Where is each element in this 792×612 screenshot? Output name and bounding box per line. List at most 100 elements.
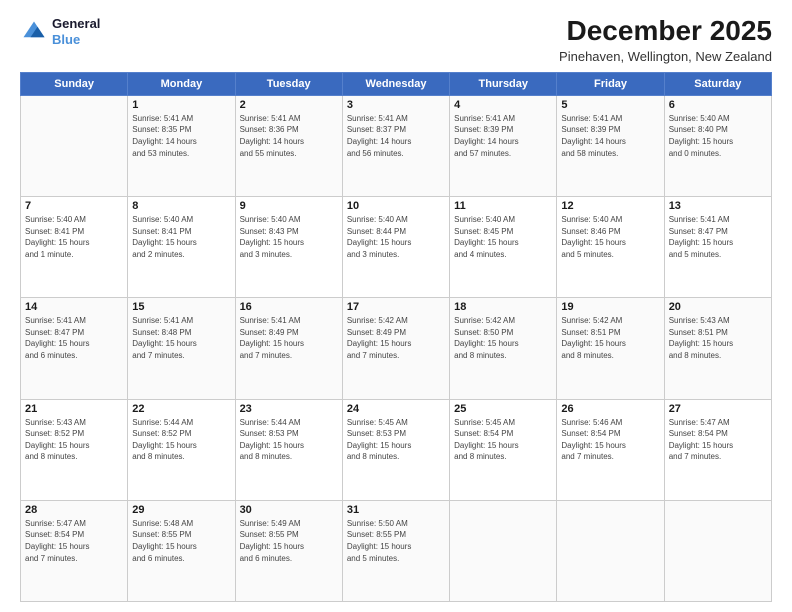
day-cell: 12 Sunrise: 5:40 AM Sunset: 8:46 PM Dayli… <box>557 197 664 298</box>
day-cell: 26 Sunrise: 5:46 AM Sunset: 8:54 PM Dayli… <box>557 399 664 500</box>
day-cell <box>557 500 664 601</box>
day-cell: 9 Sunrise: 5:40 AM Sunset: 8:43 PM Daylig… <box>235 197 342 298</box>
header-row: SundayMondayTuesdayWednesdayThursdayFrid… <box>21 72 772 95</box>
day-cell: 13 Sunrise: 5:41 AM Sunset: 8:47 PM Dayli… <box>664 197 771 298</box>
day-info: Sunrise: 5:43 AM Sunset: 8:52 PM Dayligh… <box>25 417 123 463</box>
day-info: Sunrise: 5:41 AM Sunset: 8:49 PM Dayligh… <box>240 315 338 361</box>
week-row-5: 28 Sunrise: 5:47 AM Sunset: 8:54 PM Dayli… <box>21 500 772 601</box>
day-info: Sunrise: 5:40 AM Sunset: 8:41 PM Dayligh… <box>25 214 123 260</box>
page: General Blue December 2025 Pinehaven, We… <box>0 0 792 612</box>
day-number: 7 <box>25 200 123 212</box>
day-cell: 24 Sunrise: 5:45 AM Sunset: 8:53 PM Dayli… <box>342 399 449 500</box>
col-header-thursday: Thursday <box>450 72 557 95</box>
day-cell: 18 Sunrise: 5:42 AM Sunset: 8:50 PM Dayli… <box>450 298 557 399</box>
subtitle: Pinehaven, Wellington, New Zealand <box>559 49 772 64</box>
day-number: 8 <box>132 200 230 212</box>
day-cell: 30 Sunrise: 5:49 AM Sunset: 8:55 PM Dayli… <box>235 500 342 601</box>
day-number: 15 <box>132 301 230 313</box>
day-cell: 15 Sunrise: 5:41 AM Sunset: 8:48 PM Dayli… <box>128 298 235 399</box>
day-info: Sunrise: 5:41 AM Sunset: 8:39 PM Dayligh… <box>561 113 659 159</box>
day-number: 17 <box>347 301 445 313</box>
day-info: Sunrise: 5:45 AM Sunset: 8:53 PM Dayligh… <box>347 417 445 463</box>
day-info: Sunrise: 5:47 AM Sunset: 8:54 PM Dayligh… <box>25 518 123 564</box>
day-info: Sunrise: 5:42 AM Sunset: 8:50 PM Dayligh… <box>454 315 552 361</box>
day-number: 19 <box>561 301 659 313</box>
day-cell <box>664 500 771 601</box>
day-number: 26 <box>561 403 659 415</box>
day-info: Sunrise: 5:41 AM Sunset: 8:39 PM Dayligh… <box>454 113 552 159</box>
day-number: 4 <box>454 99 552 111</box>
day-number: 12 <box>561 200 659 212</box>
day-info: Sunrise: 5:40 AM Sunset: 8:43 PM Dayligh… <box>240 214 338 260</box>
day-cell: 20 Sunrise: 5:43 AM Sunset: 8:51 PM Dayli… <box>664 298 771 399</box>
day-info: Sunrise: 5:45 AM Sunset: 8:54 PM Dayligh… <box>454 417 552 463</box>
day-number: 1 <box>132 99 230 111</box>
day-cell <box>21 95 128 196</box>
day-number: 2 <box>240 99 338 111</box>
day-cell: 28 Sunrise: 5:47 AM Sunset: 8:54 PM Dayli… <box>21 500 128 601</box>
day-number: 21 <box>25 403 123 415</box>
calendar-table: SundayMondayTuesdayWednesdayThursdayFrid… <box>20 72 772 602</box>
col-header-wednesday: Wednesday <box>342 72 449 95</box>
day-info: Sunrise: 5:41 AM Sunset: 8:47 PM Dayligh… <box>669 214 767 260</box>
day-info: Sunrise: 5:41 AM Sunset: 8:47 PM Dayligh… <box>25 315 123 361</box>
day-info: Sunrise: 5:41 AM Sunset: 8:48 PM Dayligh… <box>132 315 230 361</box>
day-cell: 17 Sunrise: 5:42 AM Sunset: 8:49 PM Dayli… <box>342 298 449 399</box>
day-info: Sunrise: 5:42 AM Sunset: 8:51 PM Dayligh… <box>561 315 659 361</box>
day-info: Sunrise: 5:41 AM Sunset: 8:35 PM Dayligh… <box>132 113 230 159</box>
day-number: 20 <box>669 301 767 313</box>
day-number: 6 <box>669 99 767 111</box>
day-info: Sunrise: 5:46 AM Sunset: 8:54 PM Dayligh… <box>561 417 659 463</box>
day-cell: 23Sunrise: 5:44 AM Sunset: 8:53 PM Dayli… <box>235 399 342 500</box>
calendar-body: 1 Sunrise: 5:41 AM Sunset: 8:35 PM Daylig… <box>21 95 772 601</box>
day-cell: 11 Sunrise: 5:40 AM Sunset: 8:45 PM Dayli… <box>450 197 557 298</box>
day-number: 29 <box>132 504 230 516</box>
day-cell: 16 Sunrise: 5:41 AM Sunset: 8:49 PM Dayli… <box>235 298 342 399</box>
day-info: Sunrise: 5:47 AM Sunset: 8:54 PM Dayligh… <box>669 417 767 463</box>
day-info: Sunrise: 5:40 AM Sunset: 8:40 PM Dayligh… <box>669 113 767 159</box>
day-number: 14 <box>25 301 123 313</box>
col-header-friday: Friday <box>557 72 664 95</box>
day-cell: 21 Sunrise: 5:43 AM Sunset: 8:52 PM Dayli… <box>21 399 128 500</box>
day-cell: 7 Sunrise: 5:40 AM Sunset: 8:41 PM Daylig… <box>21 197 128 298</box>
day-number: 25 <box>454 403 552 415</box>
day-number: 13 <box>669 200 767 212</box>
day-info: Sunrise: 5:48 AM Sunset: 8:55 PM Dayligh… <box>132 518 230 564</box>
day-number: 11 <box>454 200 552 212</box>
day-cell: 19 Sunrise: 5:42 AM Sunset: 8:51 PM Dayli… <box>557 298 664 399</box>
day-info: Sunrise: 5:50 AM Sunset: 8:55 PM Dayligh… <box>347 518 445 564</box>
day-number: 28 <box>25 504 123 516</box>
day-cell: 1 Sunrise: 5:41 AM Sunset: 8:35 PM Daylig… <box>128 95 235 196</box>
day-number: 27 <box>669 403 767 415</box>
week-row-3: 14 Sunrise: 5:41 AM Sunset: 8:47 PM Dayli… <box>21 298 772 399</box>
day-info: Sunrise: 5:49 AM Sunset: 8:55 PM Dayligh… <box>240 518 338 564</box>
day-info: Sunrise: 5:43 AM Sunset: 8:51 PM Dayligh… <box>669 315 767 361</box>
day-cell: 29 Sunrise: 5:48 AM Sunset: 8:55 PM Dayli… <box>128 500 235 601</box>
day-info: Sunrise: 5:41 AM Sunset: 8:37 PM Dayligh… <box>347 113 445 159</box>
day-number: 24 <box>347 403 445 415</box>
day-cell: 3Sunrise: 5:41 AM Sunset: 8:37 PM Daylig… <box>342 95 449 196</box>
day-number: 16 <box>240 301 338 313</box>
day-cell: 22Sunrise: 5:44 AM Sunset: 8:52 PM Dayli… <box>128 399 235 500</box>
day-info: Sunrise: 5:42 AM Sunset: 8:49 PM Dayligh… <box>347 315 445 361</box>
day-number: 9 <box>240 200 338 212</box>
day-info: Sunrise: 5:40 AM Sunset: 8:44 PM Dayligh… <box>347 214 445 260</box>
col-header-saturday: Saturday <box>664 72 771 95</box>
day-number: 18 <box>454 301 552 313</box>
day-number: 31 <box>347 504 445 516</box>
day-number: 23 <box>240 403 338 415</box>
day-cell: 2Sunrise: 5:41 AM Sunset: 8:36 PM Daylig… <box>235 95 342 196</box>
day-cell: 31 Sunrise: 5:50 AM Sunset: 8:55 PM Dayli… <box>342 500 449 601</box>
day-number: 30 <box>240 504 338 516</box>
header: General Blue December 2025 Pinehaven, We… <box>20 16 772 64</box>
col-header-sunday: Sunday <box>21 72 128 95</box>
day-info: Sunrise: 5:40 AM Sunset: 8:46 PM Dayligh… <box>561 214 659 260</box>
day-cell: 10Sunrise: 5:40 AM Sunset: 8:44 PM Dayli… <box>342 197 449 298</box>
day-cell: 25 Sunrise: 5:45 AM Sunset: 8:54 PM Dayli… <box>450 399 557 500</box>
day-number: 22 <box>132 403 230 415</box>
main-title: December 2025 <box>559 16 772 47</box>
title-block: December 2025 Pinehaven, Wellington, New… <box>559 16 772 64</box>
day-info: Sunrise: 5:40 AM Sunset: 8:45 PM Dayligh… <box>454 214 552 260</box>
day-cell: 6 Sunrise: 5:40 AM Sunset: 8:40 PM Daylig… <box>664 95 771 196</box>
day-cell <box>450 500 557 601</box>
